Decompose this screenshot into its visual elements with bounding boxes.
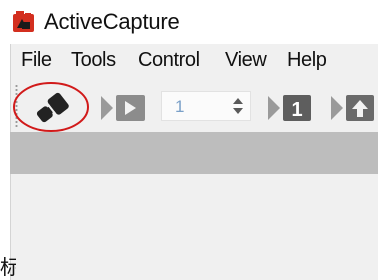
window-title: ActiveCapture <box>44 9 180 34</box>
menu-bar: File Tools Control View Help <box>10 44 378 78</box>
step-upload-icon[interactable] <box>330 92 378 124</box>
toolbar-grip[interactable] <box>15 84 18 128</box>
up-down-arrows-icon[interactable] <box>228 94 248 118</box>
app-logo-icon <box>13 11 34 32</box>
menu-control[interactable]: Control <box>138 49 200 72</box>
play-icon[interactable] <box>100 92 148 124</box>
step-one-icon[interactable]: 1 <box>267 92 315 124</box>
menu-view[interactable]: View <box>225 49 267 72</box>
status-band <box>10 132 378 174</box>
step-count-value[interactable]: 1 <box>175 97 184 117</box>
content-area <box>10 174 378 280</box>
title-bar: ActiveCapture <box>0 0 378 44</box>
menu-file[interactable]: File <box>21 49 52 72</box>
svg-text:1: 1 <box>291 99 302 121</box>
menu-tools[interactable]: Tools <box>71 49 116 72</box>
menu-help[interactable]: Help <box>287 49 327 72</box>
step-count-spinner[interactable]: 1 <box>161 91 251 121</box>
plug-connect-icon[interactable] <box>30 88 74 128</box>
partial-caption-text: 标 <box>0 257 16 279</box>
